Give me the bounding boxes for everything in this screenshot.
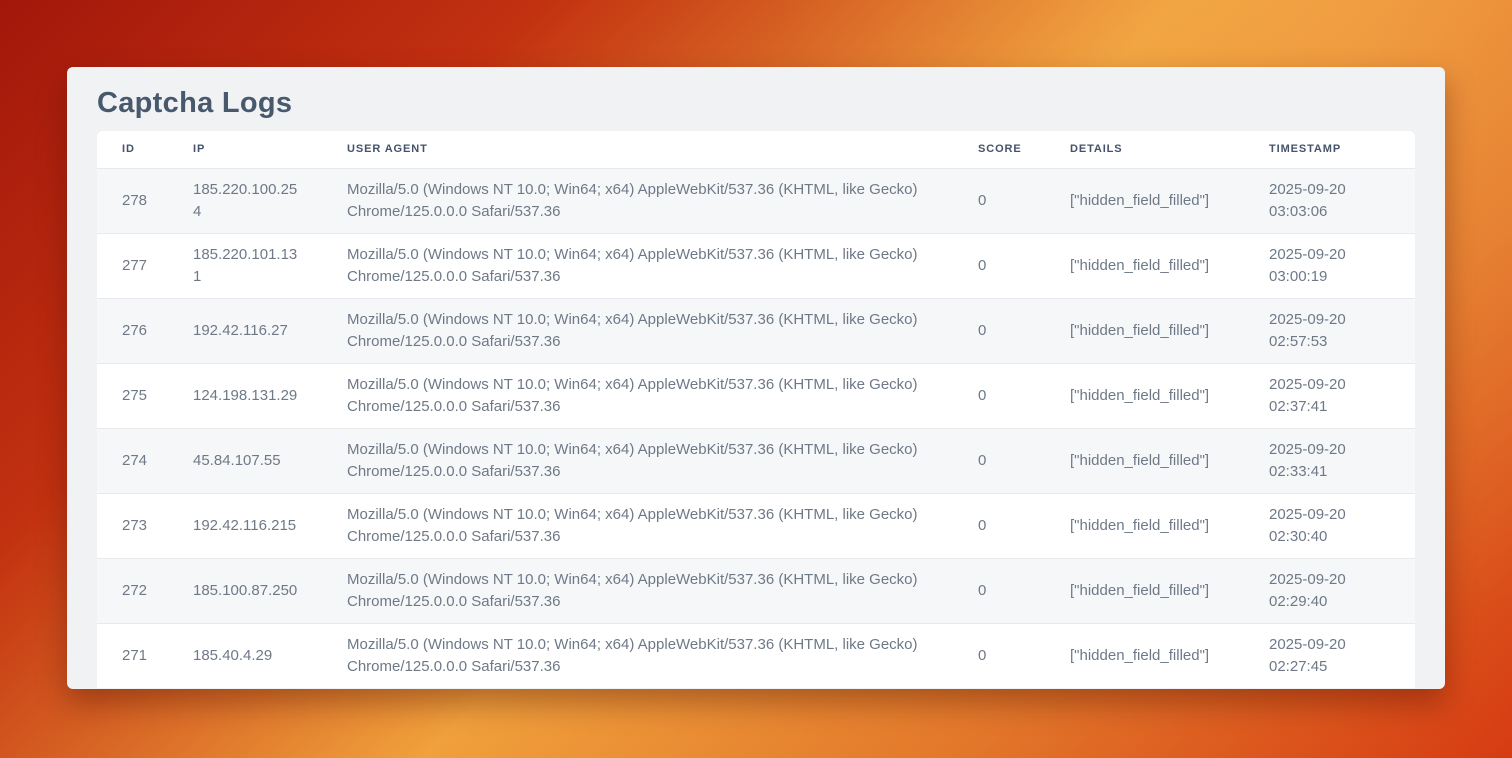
table-row: 272 185.100.87.250 Mozilla/5.0 (Windows … bbox=[97, 558, 1415, 623]
cell-details: ["hidden_field_filled"] bbox=[1045, 428, 1244, 493]
cell-id: 278 bbox=[97, 168, 168, 233]
cell-user-agent: Mozilla/5.0 (Windows NT 10.0; Win64; x64… bbox=[322, 493, 953, 558]
column-header-score: SCORE bbox=[953, 131, 1045, 168]
cell-details: ["hidden_field_filled"] bbox=[1045, 363, 1244, 428]
cell-ip: 185.40.4.29 bbox=[168, 623, 322, 688]
table-row: 277 185.220.101.131 Mozilla/5.0 (Windows… bbox=[97, 233, 1415, 298]
cell-id: 277 bbox=[97, 233, 168, 298]
cell-timestamp: 2025-09-20 02:29:40 bbox=[1244, 558, 1415, 623]
cell-ip: 185.100.87.250 bbox=[168, 558, 322, 623]
table-row: 275 124.198.131.29 Mozilla/5.0 (Windows … bbox=[97, 363, 1415, 428]
table-header-row: ID IP USER AGENT SCORE DETAILS TIMESTAMP bbox=[97, 131, 1415, 168]
cell-timestamp: 2025-09-20 03:00:19 bbox=[1244, 233, 1415, 298]
cell-ip: 192.42.116.215 bbox=[168, 493, 322, 558]
cell-score: 0 bbox=[953, 233, 1045, 298]
captcha-logs-table: ID IP USER AGENT SCORE DETAILS TIMESTAMP… bbox=[97, 131, 1415, 688]
cell-timestamp: 2025-09-20 02:27:45 bbox=[1244, 623, 1415, 688]
cell-score: 0 bbox=[953, 363, 1045, 428]
column-header-ip: IP bbox=[168, 131, 322, 168]
table-row: 271 185.40.4.29 Mozilla/5.0 (Windows NT … bbox=[97, 623, 1415, 688]
cell-ip: 185.220.101.131 bbox=[168, 233, 322, 298]
card-header: Captcha Logs bbox=[97, 67, 1415, 131]
column-header-id: ID bbox=[97, 131, 168, 168]
table-row: 276 192.42.116.27 Mozilla/5.0 (Windows N… bbox=[97, 298, 1415, 363]
table-row: 278 185.220.100.254 Mozilla/5.0 (Windows… bbox=[97, 168, 1415, 233]
captcha-logs-card: Captcha Logs ID IP USER AGENT SCORE DETA… bbox=[67, 67, 1445, 689]
cell-user-agent: Mozilla/5.0 (Windows NT 10.0; Win64; x64… bbox=[322, 428, 953, 493]
cell-user-agent: Mozilla/5.0 (Windows NT 10.0; Win64; x64… bbox=[322, 298, 953, 363]
cell-ip: 185.220.100.254 bbox=[168, 168, 322, 233]
cell-id: 272 bbox=[97, 558, 168, 623]
table-row: 274 45.84.107.55 Mozilla/5.0 (Windows NT… bbox=[97, 428, 1415, 493]
cell-timestamp: 2025-09-20 02:30:40 bbox=[1244, 493, 1415, 558]
cell-user-agent: Mozilla/5.0 (Windows NT 10.0; Win64; x64… bbox=[322, 233, 953, 298]
cell-score: 0 bbox=[953, 428, 1045, 493]
cell-ip: 192.42.116.27 bbox=[168, 298, 322, 363]
cell-timestamp: 2025-09-20 02:37:41 bbox=[1244, 363, 1415, 428]
cell-user-agent: Mozilla/5.0 (Windows NT 10.0; Win64; x64… bbox=[322, 168, 953, 233]
cell-details: ["hidden_field_filled"] bbox=[1045, 168, 1244, 233]
table-header: ID IP USER AGENT SCORE DETAILS TIMESTAMP bbox=[97, 131, 1415, 168]
cell-score: 0 bbox=[953, 168, 1045, 233]
column-header-user-agent: USER AGENT bbox=[322, 131, 953, 168]
cell-id: 271 bbox=[97, 623, 168, 688]
cell-id: 276 bbox=[97, 298, 168, 363]
cell-ip: 45.84.107.55 bbox=[168, 428, 322, 493]
column-header-timestamp: TIMESTAMP bbox=[1244, 131, 1415, 168]
page-title: Captcha Logs bbox=[97, 87, 292, 120]
cell-score: 0 bbox=[953, 493, 1045, 558]
cell-score: 0 bbox=[953, 558, 1045, 623]
table-body: 278 185.220.100.254 Mozilla/5.0 (Windows… bbox=[97, 168, 1415, 688]
cell-timestamp: 2025-09-20 02:57:53 bbox=[1244, 298, 1415, 363]
cell-timestamp: 2025-09-20 02:33:41 bbox=[1244, 428, 1415, 493]
cell-id: 275 bbox=[97, 363, 168, 428]
cell-score: 0 bbox=[953, 623, 1045, 688]
table-row: 273 192.42.116.215 Mozilla/5.0 (Windows … bbox=[97, 493, 1415, 558]
cell-details: ["hidden_field_filled"] bbox=[1045, 623, 1244, 688]
cell-details: ["hidden_field_filled"] bbox=[1045, 493, 1244, 558]
column-header-details: DETAILS bbox=[1045, 131, 1244, 168]
cell-user-agent: Mozilla/5.0 (Windows NT 10.0; Win64; x64… bbox=[322, 363, 953, 428]
cell-id: 273 bbox=[97, 493, 168, 558]
cell-user-agent: Mozilla/5.0 (Windows NT 10.0; Win64; x64… bbox=[322, 558, 953, 623]
cell-details: ["hidden_field_filled"] bbox=[1045, 298, 1244, 363]
cell-user-agent: Mozilla/5.0 (Windows NT 10.0; Win64; x64… bbox=[322, 623, 953, 688]
cell-timestamp: 2025-09-20 03:03:06 bbox=[1244, 168, 1415, 233]
cell-id: 274 bbox=[97, 428, 168, 493]
cell-ip: 124.198.131.29 bbox=[168, 363, 322, 428]
cell-score: 0 bbox=[953, 298, 1045, 363]
cell-details: ["hidden_field_filled"] bbox=[1045, 558, 1244, 623]
cell-details: ["hidden_field_filled"] bbox=[1045, 233, 1244, 298]
